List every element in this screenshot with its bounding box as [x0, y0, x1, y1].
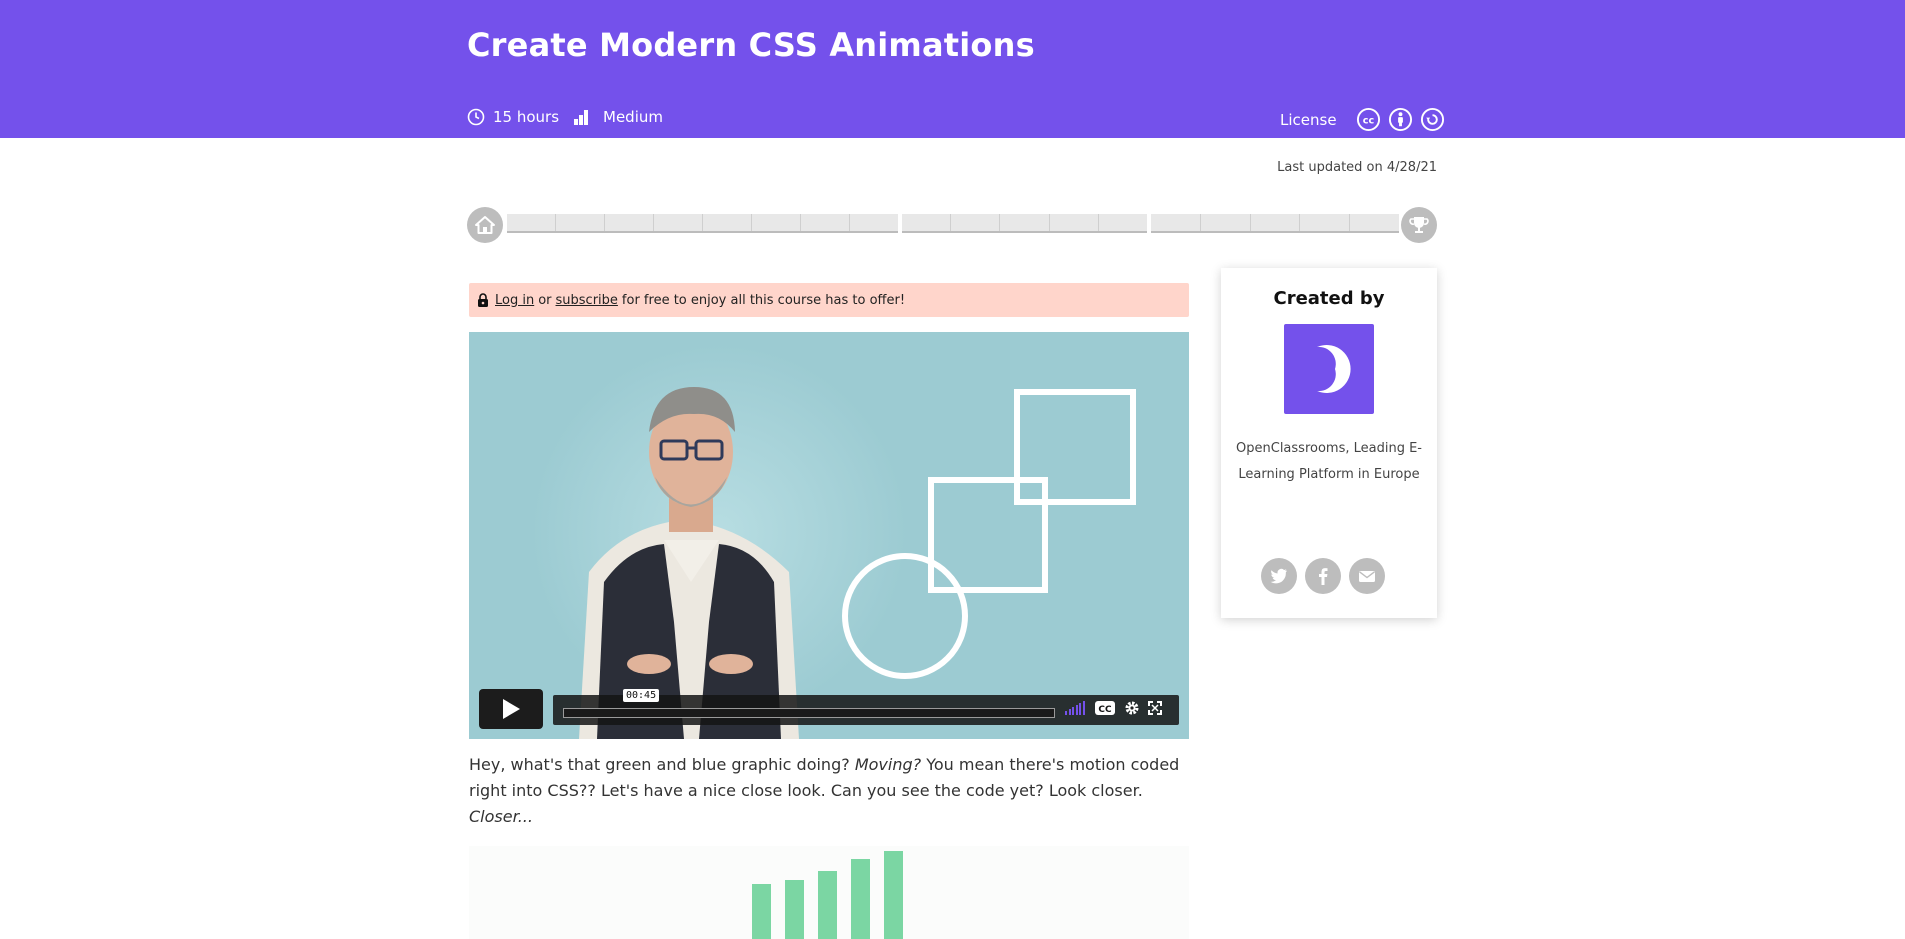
illustration-bar: [851, 859, 870, 939]
creator-heading: Created by: [1273, 288, 1385, 309]
video-control-icons: CC: [1065, 700, 1170, 716]
subscribe-link[interactable]: subscribe: [556, 293, 618, 308]
trophy-icon: [1409, 217, 1429, 233]
progress-step[interactable]: [654, 214, 703, 231]
progress-step[interactable]: [902, 214, 952, 231]
progress-step[interactable]: [1050, 214, 1099, 231]
clock-icon: [467, 108, 485, 126]
progress-step[interactable]: [1201, 214, 1251, 231]
license: License cc: [1280, 107, 1445, 132]
presenter-figure: [579, 387, 799, 739]
progress-step[interactable]: [1099, 214, 1147, 231]
progress-step[interactable]: [1350, 214, 1399, 231]
twitter-share-button[interactable]: [1261, 558, 1297, 594]
notice-text: for free to enjoy all this course has to…: [621, 292, 906, 308]
video-frame: [579, 387, 1136, 739]
video-player[interactable]: 00:45 CC: [469, 332, 1189, 739]
sa-icon[interactable]: [1420, 107, 1445, 132]
creator-logo[interactable]: [1284, 324, 1374, 414]
progress-part-2: [902, 214, 1147, 233]
lock-icon: [478, 292, 488, 307]
progress-step[interactable]: [1300, 214, 1351, 231]
notice-or: or: [538, 292, 552, 308]
intro-closer: Closer...: [469, 807, 533, 826]
login-notice: Log in or subscribe for free to enjoy al…: [469, 283, 1189, 317]
video-controls: 00:45 CC: [479, 689, 1179, 729]
course-intro-text: Hey, what's that green and blue graphic …: [469, 752, 1189, 830]
progress-step[interactable]: [1151, 214, 1201, 231]
progress-step[interactable]: [850, 214, 898, 231]
progress-step[interactable]: [1000, 214, 1050, 231]
captions-button[interactable]: CC: [1094, 700, 1116, 716]
intro-part-1: Hey, what's that green and blue graphic …: [469, 755, 855, 774]
course-illustration: [469, 846, 1189, 939]
illustration-bar: [752, 884, 771, 939]
illustration-bar: [785, 880, 804, 939]
creator-card: Created by OpenClassrooms, Leading E-Lea…: [1221, 268, 1437, 618]
creator-name: OpenClassrooms, Leading E-Learning Platf…: [1236, 441, 1422, 482]
play-button[interactable]: [479, 689, 543, 729]
last-updated: Last updated on 4/28/21: [1277, 160, 1437, 175]
volume-control[interactable]: [1065, 701, 1086, 715]
shapes-graphic: [842, 389, 1136, 679]
course-start-node[interactable]: [467, 207, 503, 243]
progress-step[interactable]: [752, 214, 801, 231]
illustration-bar: [818, 871, 837, 939]
duration-text: 15 hours: [493, 108, 560, 126]
twitter-icon: [1270, 568, 1287, 584]
intro-moving: Moving?: [854, 755, 922, 774]
progress-step[interactable]: [801, 214, 850, 231]
login-link[interactable]: Log in: [495, 293, 534, 308]
play-icon: [503, 699, 520, 719]
difficulty: Medium: [573, 106, 663, 128]
settings-icon: [1125, 701, 1139, 715]
license-label[interactable]: License: [1280, 111, 1337, 129]
facebook-share-button[interactable]: [1305, 558, 1341, 594]
volume-icon: [1065, 701, 1086, 715]
facebook-icon: [1319, 568, 1328, 585]
duration: 15 hours: [467, 106, 559, 128]
course-progress-track: [467, 207, 1437, 243]
cc-icon[interactable]: cc: [1356, 107, 1381, 132]
fullscreen-icon: [1148, 701, 1162, 715]
course-header: Create Modern CSS Animations 15 hours Me…: [0, 0, 1905, 138]
share-links: [1261, 558, 1393, 594]
progress-step[interactable]: [1251, 214, 1301, 231]
svg-text:CC: CC: [1098, 705, 1112, 715]
progress-step[interactable]: [951, 214, 1001, 231]
video-timestamp: 00:45: [623, 689, 660, 702]
progress-step[interactable]: [507, 214, 556, 231]
level-bars-icon: [574, 110, 588, 125]
openclassrooms-logo-icon: [1317, 345, 1351, 393]
svg-text:cc: cc: [1362, 115, 1374, 126]
course-end-node[interactable]: [1401, 207, 1437, 243]
by-icon[interactable]: [1388, 107, 1413, 132]
home-icon: [475, 216, 495, 234]
course-title: Create Modern CSS Animations: [467, 26, 1035, 64]
fullscreen-button[interactable]: [1148, 701, 1162, 715]
mail-icon: [1359, 570, 1375, 582]
progress-part-3: [1151, 214, 1399, 233]
progress-step[interactable]: [556, 214, 605, 231]
progress-step[interactable]: [703, 214, 752, 231]
progress-step[interactable]: [605, 214, 654, 231]
video-scrubber[interactable]: [563, 708, 1055, 718]
settings-button[interactable]: [1124, 700, 1140, 716]
progress-part-1: [507, 214, 898, 233]
difficulty-text: Medium: [603, 108, 663, 126]
illustration-bar: [884, 851, 903, 939]
email-share-button[interactable]: [1349, 558, 1385, 594]
video-control-bar: 00:45 CC: [553, 689, 1179, 725]
cc-icon: CC: [1095, 701, 1115, 715]
